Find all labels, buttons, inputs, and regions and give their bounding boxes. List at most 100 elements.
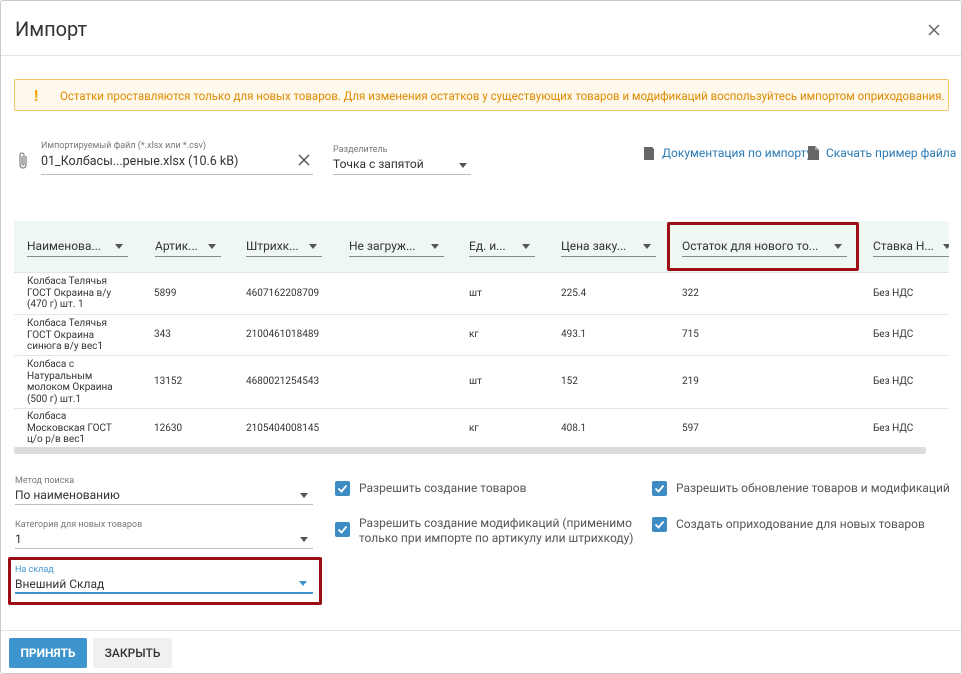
cell-barcode: 2100461018489 (246, 329, 320, 340)
allow-update-checkbox[interactable] (652, 481, 667, 496)
category-select[interactable]: 1 (15, 532, 22, 546)
cell-unit: шт (469, 288, 482, 299)
table-row: Колбаса Телячья ГОСТ Окраина в/у (470 г)… (14, 273, 949, 315)
chevron-down-icon[interactable] (943, 244, 949, 249)
allow-create-products-checkbox[interactable] (335, 481, 350, 496)
cell-name-line: (470 г) шт. 1 (27, 299, 84, 310)
cell-vat: Без НДС (873, 288, 914, 299)
column-header-barcode[interactable]: Штрихк... (246, 239, 322, 257)
chevron-down-icon[interactable] (522, 244, 530, 249)
cell-name-line: Колбаса с (27, 359, 75, 370)
cell-name: Колбаса Телячья ГОСТ Окраина в/у (470 г)… (27, 276, 142, 311)
allow-create-products-label: Разрешить создание товаров (359, 481, 527, 495)
cell-name-line: синюга в/у вес1 (27, 341, 103, 352)
file-field-value[interactable]: 01_Колбасы...реные.xlsx (10.6 kB) (41, 154, 238, 169)
close-button[interactable]: ЗАКРЫТЬ (93, 638, 172, 668)
cell-name: Колбаса с Натуральным молоком Окраина (5… (27, 359, 142, 405)
chevron-down-icon[interactable] (300, 537, 308, 542)
cell-article: 12630 (154, 423, 183, 434)
file-download-icon (808, 146, 819, 160)
book-icon (644, 147, 654, 160)
cell-vat: Без НДС (873, 423, 914, 434)
column-label: Артик... (155, 239, 198, 253)
paperclip-icon[interactable] (17, 151, 31, 171)
horizontal-scrollbar[interactable] (14, 447, 926, 454)
cell-stock: 219 (682, 376, 699, 387)
cell-name-line: Колбаса Телячья (27, 276, 108, 287)
separator-select[interactable]: Точка с запятой (333, 157, 424, 171)
cell-name-line: молоком Окраина (27, 382, 113, 393)
cell-name-line: Колбаса (27, 411, 67, 422)
cell-name-line: Натуральным (27, 370, 93, 382)
create-receipt-checkbox[interactable] (652, 517, 667, 532)
chevron-down-icon[interactable] (643, 244, 651, 249)
cell-unit: шт (469, 376, 482, 387)
column-header-unit[interactable]: Ед. и... (469, 239, 535, 257)
cell-price: 152 (561, 376, 578, 387)
column-header-vat[interactable]: Ставка Н... (873, 239, 949, 257)
cell-price: 408.1 (561, 423, 587, 434)
cell-unit: кг (469, 423, 479, 434)
close-icon[interactable] (923, 19, 945, 41)
separator-label: Разделитель (333, 145, 388, 155)
cell-unit: кг (469, 329, 479, 340)
category-label: Категория для новых товаров (15, 520, 143, 530)
docs-link[interactable]: Документация по импорту (662, 146, 812, 160)
accept-button[interactable]: ПРИНЯТЬ (9, 638, 87, 668)
chevron-down-icon[interactable] (459, 163, 467, 168)
cell-article: 5899 (154, 288, 177, 299)
create-receipt-label: Создать оприходование для новых товаров (676, 517, 925, 531)
column-header-price[interactable]: Цена заку... (561, 239, 656, 257)
sample-file-link[interactable]: Скачать пример файла (826, 146, 956, 160)
chevron-down-icon[interactable] (309, 244, 317, 249)
dialog-header: Импорт (1, 1, 961, 56)
clear-file-icon[interactable] (296, 152, 312, 168)
cell-name-line: ц/о р/в вес1 (27, 434, 86, 445)
cell-barcode: 2105404008145 (246, 423, 320, 434)
column-underline (349, 256, 444, 257)
column-header-article[interactable]: Артик... (155, 239, 221, 257)
column-underline (155, 256, 221, 257)
chevron-down-icon[interactable] (115, 244, 123, 249)
table-row: Колбаса с Натуральным молоком Окраина (5… (14, 356, 949, 409)
column-label: Цена заку... (561, 239, 627, 253)
column-header-name[interactable]: Наименова... (27, 239, 128, 257)
cell-stock: 597 (682, 423, 699, 434)
column-label: Ставка Н... (873, 239, 934, 253)
cell-name-line: ГОСТ Окраина (27, 329, 95, 341)
column-header-skip[interactable]: Не загруж... (349, 239, 444, 257)
category-underline (15, 548, 313, 549)
cell-article: 13152 (154, 376, 183, 387)
file-field-label: Импортируемый файл (*.xlsx или *.csv) (41, 141, 207, 151)
cell-name-line: Московская ГОСТ (27, 422, 112, 434)
chevron-down-icon[interactable] (208, 244, 216, 249)
search-method-select[interactable]: По наименованию (15, 488, 120, 502)
column-label: Наименова... (27, 239, 101, 253)
cell-name: Колбаса Телячья ГОСТ Окраина синюга в/у … (27, 318, 142, 353)
cell-vat: Без НДС (873, 329, 914, 340)
exclamation-icon: ! (34, 86, 39, 105)
table-row: Колбаса Телячья ГОСТ Окраина синюга в/у … (14, 315, 949, 356)
cell-article: 343 (154, 329, 171, 340)
allow-create-mods-checkbox[interactable] (335, 522, 350, 537)
cell-name-line: Колбаса Телячья (27, 318, 108, 329)
footer-divider (1, 630, 961, 631)
cell-vat: Без НДС (873, 376, 914, 387)
chevron-down-icon[interactable] (300, 493, 308, 498)
cell-stock: 715 (682, 329, 699, 340)
search-method-underline (15, 504, 313, 505)
cell-price: 225.4 (561, 288, 587, 299)
column-label: Не загруж... (349, 239, 416, 253)
cell-name-line: (500 г) шт.1 (27, 393, 82, 405)
stock-warning-alert: ! Остатки проставляются только для новых… (14, 79, 949, 111)
cell-name-line: ГОСТ Окраина в/у (27, 287, 112, 299)
cell-barcode: 4680021254543 (246, 376, 320, 387)
allow-update-label: Разрешить обновление товаров и модификац… (676, 481, 950, 495)
chevron-down-icon[interactable] (431, 244, 439, 249)
highlight-stock-column (667, 222, 859, 271)
column-label: Штрихк... (246, 239, 299, 253)
highlight-warehouse (8, 557, 322, 605)
dialog-title: Импорт (15, 17, 88, 41)
column-label: Ед. и... (469, 239, 506, 253)
column-underline (246, 256, 322, 257)
